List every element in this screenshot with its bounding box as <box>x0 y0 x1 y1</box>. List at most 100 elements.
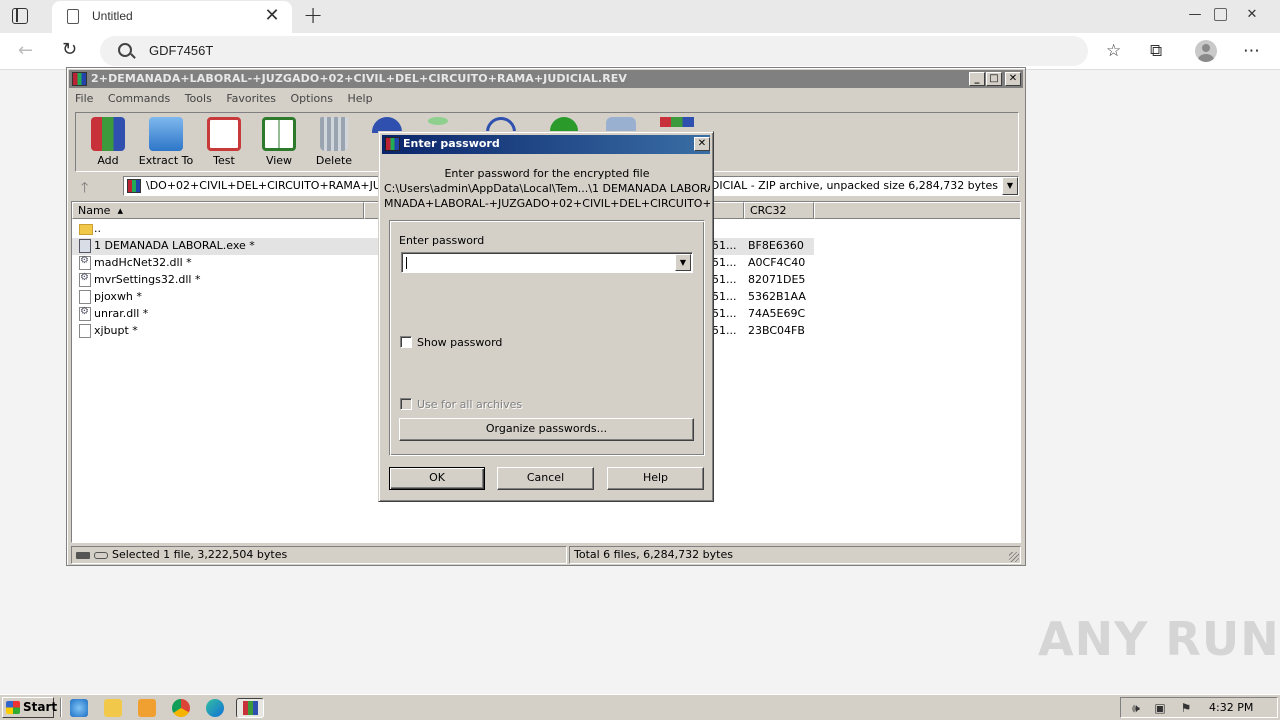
close-window-button[interactable]: ✕ <box>1240 0 1264 30</box>
file-truncated-col: 51... <box>712 290 737 303</box>
minimize-button[interactable]: — <box>1183 0 1207 30</box>
tab-actions-icon[interactable] <box>12 8 28 24</box>
winrar-titlebar[interactable]: 2+DEMANADA+LABORAL-+JUZGADO+02+CIVIL+DEL… <box>69 70 1023 88</box>
path-text: \DO+02+CIVIL+DEL+CIRCUITO+RAMA+JUDIC <box>146 179 401 192</box>
flag-icon[interactable]: ⚑ <box>1179 701 1193 715</box>
show-password-label: Show password <box>417 336 503 349</box>
reload-icon[interactable]: ↻ <box>62 39 77 60</box>
tab-close-icon[interactable]: ✕ <box>262 6 282 26</box>
clock[interactable]: 4:32 PM <box>1209 701 1253 714</box>
test-button[interactable]: Test <box>194 117 254 167</box>
file-truncated-col: 51... <box>712 307 737 320</box>
extract-to-button[interactable]: Extract To <box>136 117 196 167</box>
menu-tools[interactable]: Tools <box>185 92 212 105</box>
file-name: 1 DEMANADA LABORAL.exe * <box>94 239 255 252</box>
checkbox-box[interactable] <box>400 336 412 348</box>
dialog-archive-path: MNADA+LABORAL-+JUZGADO+02+CIVIL+DEL+CIRC… <box>384 197 710 210</box>
show-password-checkbox[interactable]: Show password <box>400 336 502 349</box>
media-player-icon[interactable] <box>138 699 156 717</box>
file-name: unrar.dll * <box>94 307 149 320</box>
drive-icon[interactable] <box>76 551 90 559</box>
column-filler <box>814 202 1020 219</box>
browser-tab[interactable]: Untitled ✕ <box>52 1 292 33</box>
path-dropdown-button[interactable]: ▼ <box>1002 177 1018 195</box>
menu-favorites[interactable]: Favorites <box>226 92 276 105</box>
up-folder-icon[interactable]: 🡑 <box>81 177 88 201</box>
help-button[interactable]: Help <box>607 467 704 490</box>
dialog-close-button[interactable]: ✕ <box>694 137 710 151</box>
menu-commands[interactable]: Commands <box>108 92 170 105</box>
search-icon <box>118 43 132 57</box>
password-dropdown-button[interactable]: ▼ <box>675 254 691 271</box>
password-input[interactable]: ▼ <box>401 252 693 273</box>
winrar-title: 2+DEMANADA+LABORAL-+JUZGADO+02+CIVIL+DEL… <box>91 72 627 85</box>
use-for-all-label: Use for all archives <box>417 398 523 411</box>
network-icon[interactable]: ▣ <box>1153 701 1167 715</box>
chrome-icon[interactable] <box>172 699 190 717</box>
favorites-icon[interactable]: ☆ <box>1106 41 1121 61</box>
taskbar-separator <box>60 698 62 717</box>
winrar-logo-icon <box>385 137 400 151</box>
file-crc: A0CF4C40 <box>748 256 806 269</box>
winrar-close-button[interactable]: ✕ <box>1005 72 1021 86</box>
new-tab-button[interactable]: + <box>302 3 324 29</box>
profile-avatar[interactable] <box>1195 40 1217 62</box>
explorer-icon[interactable] <box>104 699 122 717</box>
edge-icon[interactable] <box>206 699 224 717</box>
status-total: Total 6 files, 6,284,732 bytes <box>569 546 1021 564</box>
file-truncated-col: 51... <box>712 324 737 337</box>
more-options-icon[interactable]: ⋯ <box>1243 41 1260 61</box>
text-caret <box>406 257 407 269</box>
column-crc32[interactable]: CRC32 <box>744 202 814 219</box>
folder-up-icon <box>79 224 93 235</box>
column-name[interactable]: Name ▴ <box>72 202 364 219</box>
add-button[interactable]: Add <box>78 117 138 167</box>
address-field[interactable]: GDF7456T <box>100 36 1088 66</box>
winrar-maximize-button[interactable]: □ <box>986 72 1002 86</box>
dialog-titlebar[interactable]: Enter password ✕ <box>382 135 710 154</box>
view-button[interactable]: View <box>249 117 309 167</box>
winrar-logo-icon <box>243 701 258 715</box>
generic-file-icon <box>79 290 91 304</box>
system-tray: 🕪 ▣ ⚑ 4:32 PM <box>1120 697 1278 718</box>
file-truncated-col: 51... <box>712 239 737 252</box>
cancel-button[interactable]: Cancel <box>497 467 594 490</box>
view-label: View <box>265 154 293 167</box>
dialog-title: Enter password <box>403 137 500 150</box>
winrar-taskbar-button[interactable] <box>236 698 264 718</box>
dll-file-icon <box>79 255 91 270</box>
restore-button[interactable] <box>1208 0 1232 30</box>
menu-file[interactable]: File <box>75 92 93 105</box>
menu-help[interactable]: Help <box>347 92 372 105</box>
sfx-icon[interactable] <box>660 117 694 127</box>
menu-options[interactable]: Options <box>291 92 333 105</box>
password-group: Enter password ▼ Show password Use for a… <box>389 220 705 456</box>
checkbox-box[interactable] <box>400 398 412 410</box>
archive-info-text: AMA JUDICIAL - ZIP archive, unpacked siz… <box>667 179 998 192</box>
wizard-icon[interactable] <box>428 117 448 125</box>
browser-tab-bar: Untitled ✕ + — ✕ <box>0 0 1280 33</box>
back-arrow-icon[interactable]: ← <box>18 40 33 61</box>
test-clipboard-icon <box>207 117 241 151</box>
volume-icon[interactable]: 🕪 <box>1129 701 1143 715</box>
file-name: madHcNet32.dll * <box>94 256 192 269</box>
ok-button[interactable]: OK <box>389 467 485 490</box>
extract-to-label: Extract To <box>138 154 194 167</box>
file-truncated-col: 51... <box>712 273 737 286</box>
file-truncated-col: 51... <box>712 256 737 269</box>
use-for-all-checkbox[interactable]: Use for all archives <box>400 398 522 411</box>
address-text[interactable]: GDF7456T <box>149 43 213 58</box>
organize-passwords-button[interactable]: Organize passwords... <box>399 418 694 441</box>
winrar-statusbar: Selected 1 file, 3,222,504 bytes Total 6… <box>71 546 1021 564</box>
delete-button[interactable]: Delete <box>304 117 364 167</box>
archive-icon <box>127 179 141 193</box>
file-name: .. <box>94 222 101 235</box>
delete-bin-icon <box>320 117 348 151</box>
winrar-minimize-button[interactable]: _ <box>969 72 985 86</box>
ie-icon[interactable] <box>70 699 88 717</box>
resize-grip[interactable] <box>1009 552 1019 562</box>
start-button[interactable]: Start <box>2 697 57 718</box>
key-icon[interactable] <box>94 551 108 559</box>
status-selected: Selected 1 file, 3,222,504 bytes <box>71 546 567 564</box>
collections-icon[interactable]: ⧉ <box>1150 41 1162 61</box>
